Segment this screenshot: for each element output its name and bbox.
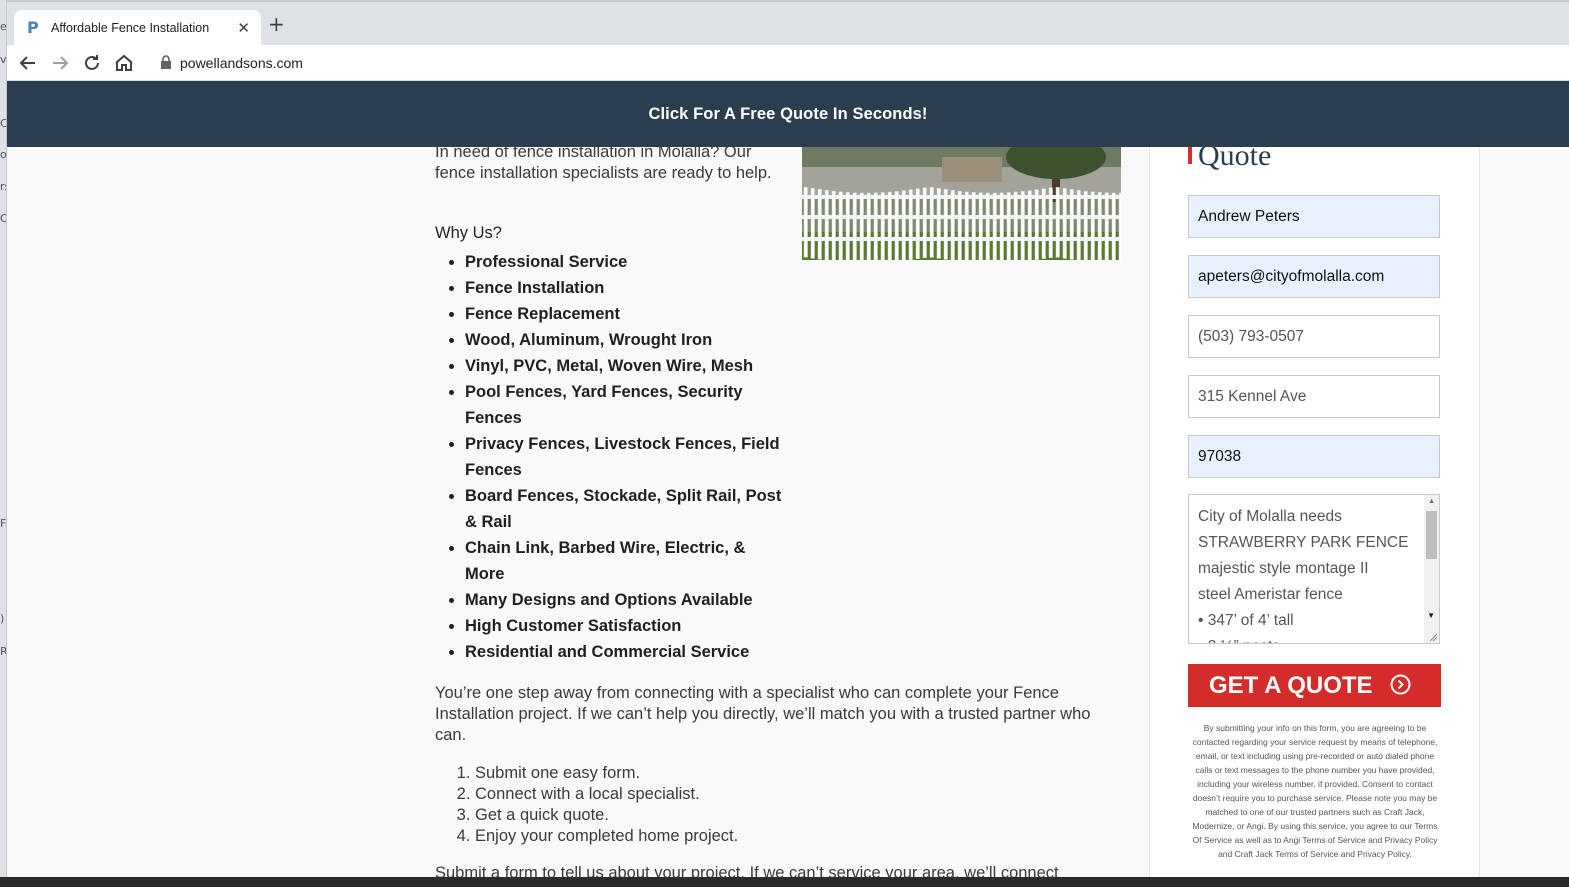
list-item: Pool Fences, Yard Fences, Security Fence… <box>465 379 785 431</box>
textarea-line: • 2 ½” posts <box>1198 634 1423 643</box>
submit-form-text: Submit a form to tell us about your proj… <box>435 864 1059 877</box>
white-fence-photo <box>802 147 1121 260</box>
name-field[interactable] <box>1188 195 1440 238</box>
email-field[interactable] <box>1188 255 1440 298</box>
browser-toolbar: powellandsons.com <box>7 45 1569 81</box>
list-item: Enjoy your completed home project. <box>475 826 738 847</box>
list-item: High Customer Satisfaction <box>465 613 785 639</box>
list-item: Many Designs and Options Available <box>465 587 785 613</box>
intro-text: In need of fence installation in Molalla… <box>435 147 772 182</box>
textarea-line: steel Ameristar fence <box>1198 586 1343 603</box>
connect-paragraph: You’re one step away from connecting wit… <box>435 684 1091 744</box>
list-item: Fence Replacement <box>465 301 785 327</box>
textarea-content: City of Molalla needs STRAWBERRY PARK FE… <box>1198 504 1423 643</box>
home-icon[interactable] <box>112 51 136 75</box>
back-arrow-icon[interactable] <box>16 51 40 75</box>
browser-tab[interactable]: P Affordable Fence Installation ✕ <box>14 10 261 47</box>
button-label: GET A QUOTE <box>1209 671 1373 699</box>
textarea-line: City of Molalla needs <box>1198 508 1342 525</box>
heading-accent <box>1188 147 1192 164</box>
scroll-up-icon[interactable]: ▲ <box>1428 498 1435 505</box>
circle-chevron-right-icon <box>1390 674 1411 695</box>
list-item: Connect with a local specialist. <box>475 784 738 805</box>
banner-text: Click For A Free Quote In Seconds! <box>648 105 928 123</box>
forward-arrow-icon[interactable] <box>48 51 72 75</box>
resize-grip-icon[interactable] <box>1428 632 1438 642</box>
bottom-edge <box>0 877 1569 887</box>
phone-field[interactable] <box>1188 315 1440 358</box>
list-item: Wood, Aluminum, Wrought Iron <box>465 327 785 353</box>
zip-field[interactable] <box>1188 435 1440 478</box>
steps-list: Submit one easy form. Connect with a loc… <box>475 763 738 847</box>
list-item: Submit one easy form. <box>475 763 738 784</box>
close-tab-icon[interactable]: ✕ <box>237 19 250 37</box>
list-item: Professional Service <box>465 249 785 275</box>
get-a-quote-button[interactable]: GET A QUOTE <box>1188 664 1441 707</box>
tab-strip: P Affordable Fence Installation ✕ + <box>7 0 1569 47</box>
quote-form: Quote City of Molalla needs STRAWBERRY P… <box>1149 139 1480 877</box>
list-item: Chain Link, Barbed Wire, Electric, & Mor… <box>465 535 785 587</box>
list-item: Board Fences, Stockade, Split Rail, Post… <box>465 483 785 535</box>
textarea-line: majestic style montage II <box>1198 560 1369 577</box>
address-field[interactable] <box>1188 375 1440 418</box>
project-details-textarea[interactable]: City of Molalla needs STRAWBERRY PARK FE… <box>1188 494 1440 644</box>
consent-disclaimer: By submitting your info on this form, yo… <box>1192 723 1438 859</box>
reload-icon[interactable] <box>80 51 104 75</box>
lock-icon[interactable] <box>160 55 172 69</box>
favicon-icon: P <box>27 18 39 37</box>
tab-title: Affordable Fence Installation <box>51 21 210 35</box>
list-item: Get a quick quote. <box>475 805 738 826</box>
scrollbar-thumb[interactable] <box>1426 511 1437 559</box>
textarea-line: STRAWBERRY PARK FENCE <box>1198 534 1409 551</box>
scroll-down-icon[interactable]: ▼ <box>1427 611 1435 620</box>
textarea-line: • 347’ of 4’ tall <box>1198 612 1294 629</box>
list-item: Residential and Commercial Service <box>465 639 785 665</box>
new-tab-button[interactable]: + <box>268 14 285 34</box>
background-window-edge: e vi C o, rs O F ) R <box>0 0 7 887</box>
textarea-scrollbar[interactable]: ▲ ▼ <box>1424 495 1439 643</box>
address-bar[interactable]: powellandsons.com <box>180 55 303 71</box>
why-us-list: Professional Service Fence Installation … <box>465 249 785 665</box>
form-heading: Quote <box>1198 139 1272 172</box>
list-item: Vinyl, PVC, Metal, Woven Wire, Mesh <box>465 353 785 379</box>
list-item: Privacy Fences, Livestock Fences, Field … <box>465 431 785 483</box>
free-quote-banner[interactable]: Click For A Free Quote In Seconds! <box>7 81 1569 147</box>
why-us-heading: Why Us? <box>435 224 502 242</box>
list-item: Fence Installation <box>465 275 785 301</box>
